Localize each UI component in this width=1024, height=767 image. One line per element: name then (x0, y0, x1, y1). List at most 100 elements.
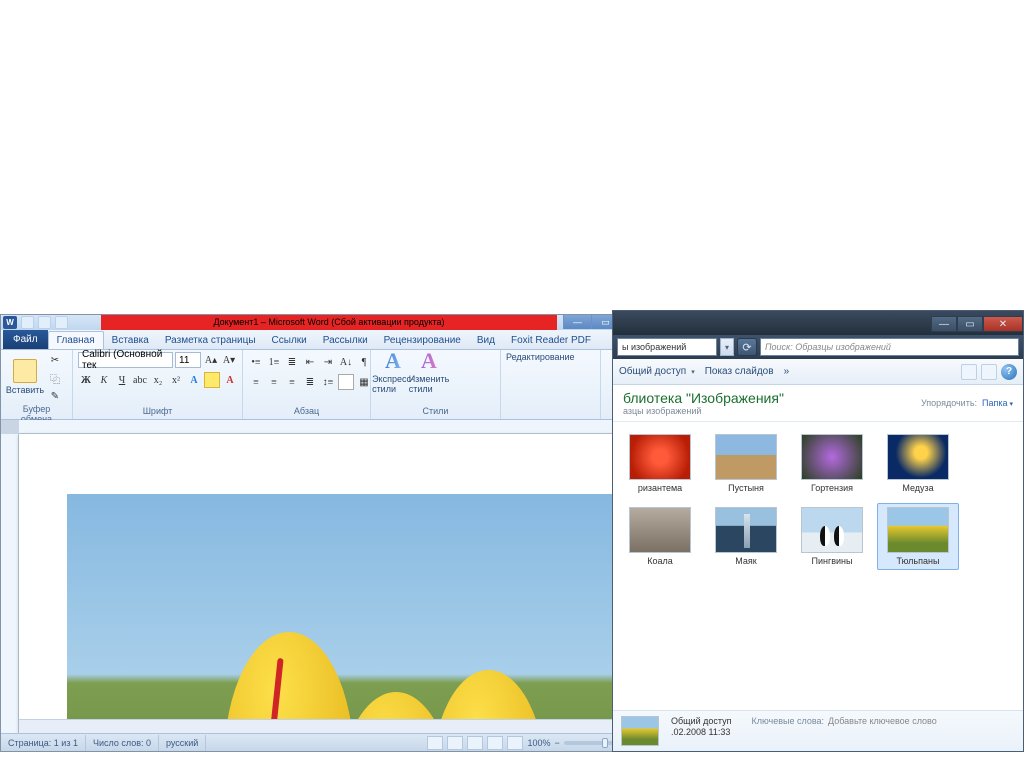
toolbar-share[interactable]: Общий доступ (619, 366, 695, 377)
align-right-icon[interactable]: ≡ (284, 374, 300, 390)
align-left-icon[interactable]: ≡ (248, 374, 264, 390)
thumb-item-1[interactable]: Пустыня (705, 430, 787, 497)
qat-undo-icon[interactable] (38, 316, 51, 329)
zoom-thumb[interactable] (602, 738, 608, 748)
view-options-icon[interactable] (961, 364, 977, 380)
subscript-button[interactable]: x₂ (150, 372, 166, 388)
group-font: Calibri (Основной тек 11 A▴ A▾ Ж К Ч abc… (73, 350, 243, 419)
highlight-icon[interactable] (204, 372, 220, 388)
ribbon-tabs: Файл Главная Вставка Разметка страницы С… (1, 330, 659, 350)
status-page[interactable]: Страница: 1 из 1 (1, 735, 86, 751)
tab-home[interactable]: Главная (48, 331, 104, 349)
view-outline-icon[interactable] (487, 736, 503, 750)
tab-foxit[interactable]: Foxit Reader PDF (503, 331, 599, 349)
inserted-image-tulips[interactable] (67, 494, 627, 733)
keywords-hint[interactable]: Добавьте ключевое слово (828, 716, 937, 726)
italic-button[interactable]: К (96, 372, 112, 388)
indent-dec-icon[interactable]: ⇤ (302, 354, 318, 370)
sort-label: Упорядочить: (921, 398, 977, 408)
toolbar-more[interactable]: » (784, 366, 790, 377)
editing-column: Редактирование (506, 352, 575, 362)
sort-icon[interactable]: A↓ (338, 354, 354, 370)
paste-icon (13, 359, 37, 383)
align-center-icon[interactable]: ≡ (266, 374, 282, 390)
help-icon[interactable]: ? (1001, 364, 1017, 380)
explorer-titlebar[interactable]: — ▭ ✕ (613, 311, 1023, 335)
shrink-font-icon[interactable]: A▾ (221, 352, 237, 368)
qat-redo-icon[interactable] (55, 316, 68, 329)
zoom-value[interactable]: 100% (527, 738, 550, 748)
tab-review[interactable]: Рецензирование (376, 331, 469, 349)
group-editing: Редактирование (501, 350, 601, 419)
format-painter-icon[interactable]: ✎ (47, 388, 63, 404)
copy-icon[interactable]: ⿻ (47, 370, 63, 386)
shading-icon[interactable] (338, 374, 354, 390)
breadcrumb-dropdown-icon[interactable]: ▾ (720, 338, 734, 356)
font-name-combo[interactable]: Calibri (Основной тек (78, 352, 173, 368)
view-web-icon[interactable] (467, 736, 483, 750)
cut-icon[interactable]: ✂ (47, 352, 63, 368)
superscript-button[interactable]: x² (168, 372, 184, 388)
line-spacing-icon[interactable]: ↕≡ (320, 374, 336, 390)
horizontal-ruler[interactable] (19, 420, 645, 434)
view-reading-icon[interactable] (447, 736, 463, 750)
group-paragraph-label: Абзац (248, 406, 365, 417)
change-styles-button[interactable]: A Изменить стили (412, 352, 446, 390)
thumb-item-5[interactable]: Маяк (705, 503, 787, 570)
minimize-button[interactable]: — (563, 315, 591, 329)
status-language[interactable]: русский (159, 735, 206, 751)
exp-close-button[interactable]: ✕ (983, 316, 1023, 332)
exp-maximize-button[interactable]: ▭ (957, 316, 983, 332)
thumb-item-4[interactable]: Коала (619, 503, 701, 570)
tab-layout[interactable]: Разметка страницы (157, 331, 264, 349)
text-effect-icon[interactable]: A (186, 372, 202, 388)
document-page[interactable] (19, 434, 645, 733)
borders-icon[interactable]: ▦ (356, 374, 372, 390)
tab-view[interactable]: Вид (469, 331, 503, 349)
detail-date: .02.2008 11:33 (671, 727, 730, 737)
word-titlebar[interactable]: W Документ1 – Microsoft Word (Сбой актив… (1, 315, 659, 330)
multilevel-icon[interactable]: ≣ (284, 354, 300, 370)
breadcrumb[interactable]: ы изображений (617, 338, 717, 356)
word-app-icon: W (3, 316, 17, 329)
refresh-icon[interactable]: ⟳ (737, 338, 757, 356)
paste-button[interactable]: Вставить (6, 352, 44, 402)
search-input[interactable]: Поиск: Образцы изображений (760, 338, 1019, 356)
quick-styles-button[interactable]: A Экспресс-стили (376, 352, 410, 390)
vertical-ruler[interactable] (1, 434, 19, 733)
thumb-label-0: ризантема (623, 483, 697, 493)
status-words[interactable]: Число слов: 0 (86, 735, 159, 751)
qat-save-icon[interactable] (21, 316, 34, 329)
thumb-item-7[interactable]: Тюльпаны (877, 503, 959, 570)
justify-icon[interactable]: ≣ (302, 374, 318, 390)
zoom-out-icon[interactable]: − (554, 738, 559, 748)
file-tab[interactable]: Файл (3, 329, 48, 349)
thumb-item-0[interactable]: ризантема (619, 430, 701, 497)
strike-button[interactable]: abc (132, 372, 148, 388)
view-print-layout-icon[interactable] (427, 736, 443, 750)
thumb-label-2: Гортензия (795, 483, 869, 493)
sort-value[interactable]: Папка (982, 398, 1013, 408)
bullets-icon[interactable]: •≡ (248, 354, 264, 370)
preview-pane-icon[interactable] (981, 364, 997, 380)
font-color-icon[interactable]: A (222, 372, 238, 388)
underline-button[interactable]: Ч (114, 372, 130, 388)
show-marks-icon[interactable]: ¶ (356, 354, 372, 370)
tab-insert[interactable]: Вставка (104, 331, 157, 349)
view-draft-icon[interactable] (507, 736, 523, 750)
indent-inc-icon[interactable]: ⇥ (320, 354, 336, 370)
numbering-icon[interactable]: 1≡ (266, 354, 282, 370)
tab-references[interactable]: Ссылки (264, 331, 315, 349)
group-font-label: Шрифт (78, 406, 237, 417)
thumb-item-6[interactable]: Пингвины (791, 503, 873, 570)
tab-mailings[interactable]: Рассылки (315, 331, 376, 349)
quick-access-toolbar (21, 316, 68, 329)
thumb-item-3[interactable]: Медуза (877, 430, 959, 497)
horizontal-scrollbar[interactable] (19, 719, 645, 733)
grow-font-icon[interactable]: A▴ (203, 352, 219, 368)
bold-button[interactable]: Ж (78, 372, 94, 388)
thumb-item-2[interactable]: Гортензия (791, 430, 873, 497)
exp-minimize-button[interactable]: — (931, 316, 957, 332)
font-size-combo[interactable]: 11 (175, 352, 201, 368)
toolbar-slideshow[interactable]: Показ слайдов (705, 366, 774, 377)
